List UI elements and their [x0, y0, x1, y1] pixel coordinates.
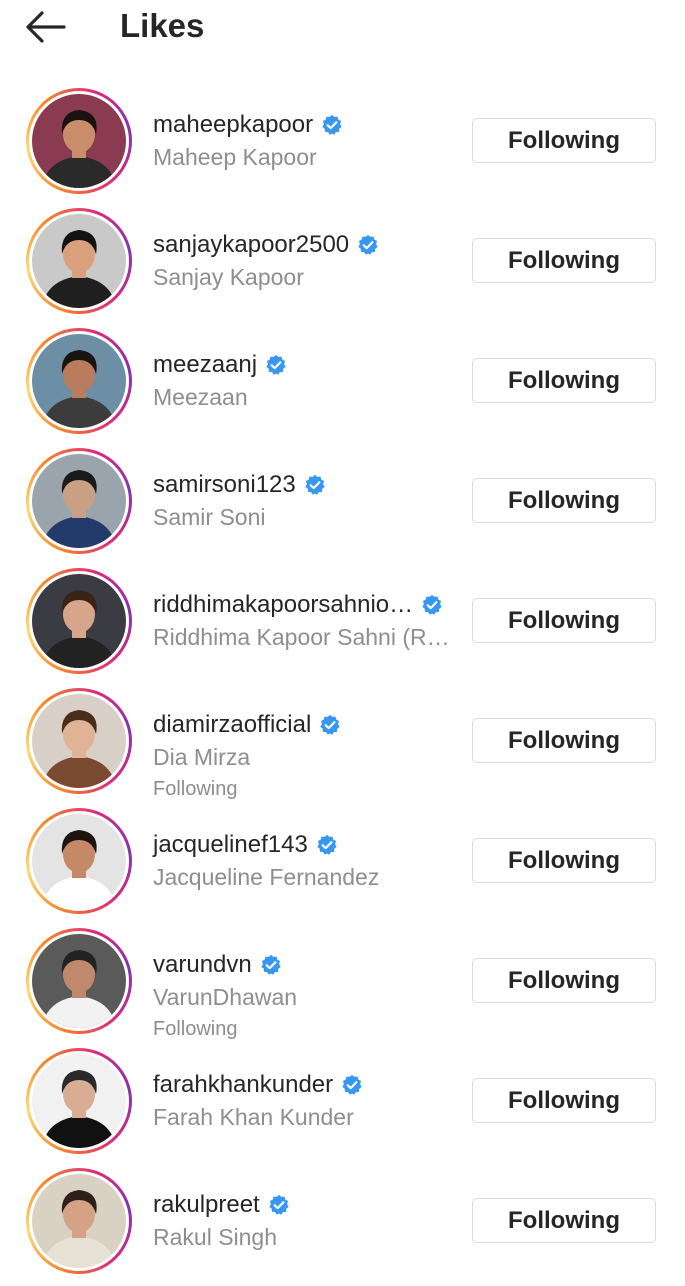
full-name: Meezaan	[153, 384, 248, 410]
verified-badge-icon	[422, 594, 442, 615]
username-link[interactable]: meezaanj	[153, 350, 287, 380]
username: meezaanj	[153, 351, 258, 378]
full-name: Rakul Singh	[153, 1224, 278, 1250]
page-title: Likes	[120, 7, 205, 44]
list-item: maheepkapoor Maheep Kapoor Following	[0, 86, 685, 206]
username: samirsoni123	[153, 471, 296, 498]
username-link[interactable]: rakulpreet	[153, 1190, 290, 1220]
following-button[interactable]: Following	[472, 238, 656, 283]
username: diamirzaofficial	[153, 711, 312, 738]
avatar[interactable]	[26, 328, 132, 434]
following-button[interactable]: Following	[472, 358, 656, 403]
verified-badge-icon	[320, 714, 341, 735]
full-name: Sanjay Kapoor	[153, 264, 304, 290]
verified-badge-icon	[261, 954, 281, 975]
username-link[interactable]: varundvn	[153, 950, 282, 980]
username: farahkhankunder	[153, 1071, 334, 1098]
list-item: sanjaykapoor2500 Sanjay Kapoor Following	[0, 206, 685, 326]
following-button[interactable]: Following	[472, 118, 656, 163]
verified-badge-icon	[322, 114, 342, 135]
verified-badge-icon	[266, 354, 286, 375]
follow-status-text: Following	[153, 778, 238, 800]
profile-photo	[32, 454, 126, 548]
profile-photo	[32, 934, 126, 1028]
verified-badge-icon	[317, 834, 337, 855]
full-name: Dia Mirza	[153, 744, 251, 770]
verified-badge-icon	[358, 234, 378, 255]
profile-photo	[32, 1054, 126, 1148]
username: varundvn	[153, 951, 252, 978]
follow-status-text: Following	[153, 1018, 238, 1040]
profile-photo	[32, 214, 126, 308]
list-item: rakulpreet Rakul Singh Following	[0, 1166, 685, 1286]
verified-badge-icon	[305, 474, 325, 495]
profile-photo	[32, 814, 126, 908]
list-item: farahkhankunder Farah Khan Kunder Followin…	[0, 1046, 685, 1166]
list-item: riddhimakapoorsahnio… Riddhima Kapoor Sah…	[0, 566, 685, 686]
following-button[interactable]: Following	[472, 1198, 656, 1243]
avatar[interactable]	[26, 808, 132, 914]
username: riddhimakapoorsahnio…	[153, 591, 414, 618]
following-button[interactable]: Following	[472, 838, 656, 883]
avatar[interactable]	[26, 208, 132, 314]
username-link[interactable]: sanjaykapoor2500	[153, 230, 379, 260]
avatar[interactable]	[26, 88, 132, 194]
avatar[interactable]	[26, 928, 132, 1034]
list-item: diamirzaofficial Dia Mirza Following Follow…	[0, 686, 685, 806]
username: jacquelinef143	[153, 831, 308, 858]
following-button[interactable]: Following	[472, 1078, 656, 1123]
full-name: Maheep Kapoor	[153, 144, 317, 170]
avatar[interactable]	[26, 1168, 132, 1274]
avatar[interactable]	[26, 568, 132, 674]
list-item: varundvn VarunDhawan Following Following	[0, 926, 685, 1046]
arrow-left-icon[interactable]	[22, 8, 68, 46]
username-link[interactable]: maheepkapoor	[153, 110, 343, 140]
full-name: Jacqueline Fernandez	[153, 864, 380, 890]
username: sanjaykapoor2500	[153, 231, 350, 258]
profile-photo	[32, 574, 126, 668]
list-item: samirsoni123 Samir Soni Following	[0, 446, 685, 566]
likes-list: maheepkapoor Maheep Kapoor Following sanjay…	[0, 86, 685, 1286]
back-button[interactable]	[22, 8, 68, 46]
profile-photo	[32, 1174, 126, 1268]
username-link[interactable]: riddhimakapoorsahnio…	[153, 590, 443, 620]
list-item: jacquelinef143 Jacqueline Fernandez Follow…	[0, 806, 685, 926]
avatar[interactable]	[26, 448, 132, 554]
list-item: meezaanj Meezaan Following	[0, 326, 685, 446]
username: maheepkapoor	[153, 111, 314, 138]
profile-photo	[32, 694, 126, 788]
following-button[interactable]: Following	[472, 958, 656, 1003]
following-button[interactable]: Following	[472, 718, 656, 763]
full-name: Farah Khan Kunder	[153, 1104, 354, 1130]
profile-photo	[32, 94, 126, 188]
avatar[interactable]	[26, 688, 132, 794]
avatar[interactable]	[26, 1048, 132, 1154]
profile-photo	[32, 334, 126, 428]
username-link[interactable]: farahkhankunder	[153, 1070, 363, 1100]
full-name: Samir Soni	[153, 504, 266, 530]
username-link[interactable]: jacquelinef143	[153, 830, 338, 860]
username-link[interactable]: diamirzaofficial	[153, 710, 341, 740]
full-name: VarunDhawan	[153, 984, 298, 1010]
following-button[interactable]: Following	[472, 478, 656, 523]
header: Likes	[0, 0, 685, 56]
full-name: Riddhima Kapoor Sahni (R…	[153, 624, 450, 650]
following-button[interactable]: Following	[472, 598, 656, 643]
verified-badge-icon	[269, 1194, 289, 1215]
username-link[interactable]: samirsoni123	[153, 470, 326, 500]
username: rakulpreet	[153, 1191, 260, 1218]
verified-badge-icon	[342, 1074, 362, 1095]
